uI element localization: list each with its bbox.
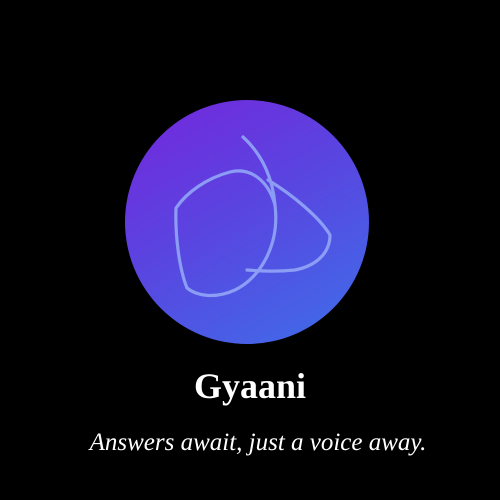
app-tagline: Answers await, just a voice away. xyxy=(89,429,427,456)
splash-screen: Gyaani Answers await, just a voice away. xyxy=(0,0,500,500)
leaf-icon xyxy=(174,135,332,298)
app-logo xyxy=(125,100,369,344)
app-title: Gyaani xyxy=(193,366,307,406)
